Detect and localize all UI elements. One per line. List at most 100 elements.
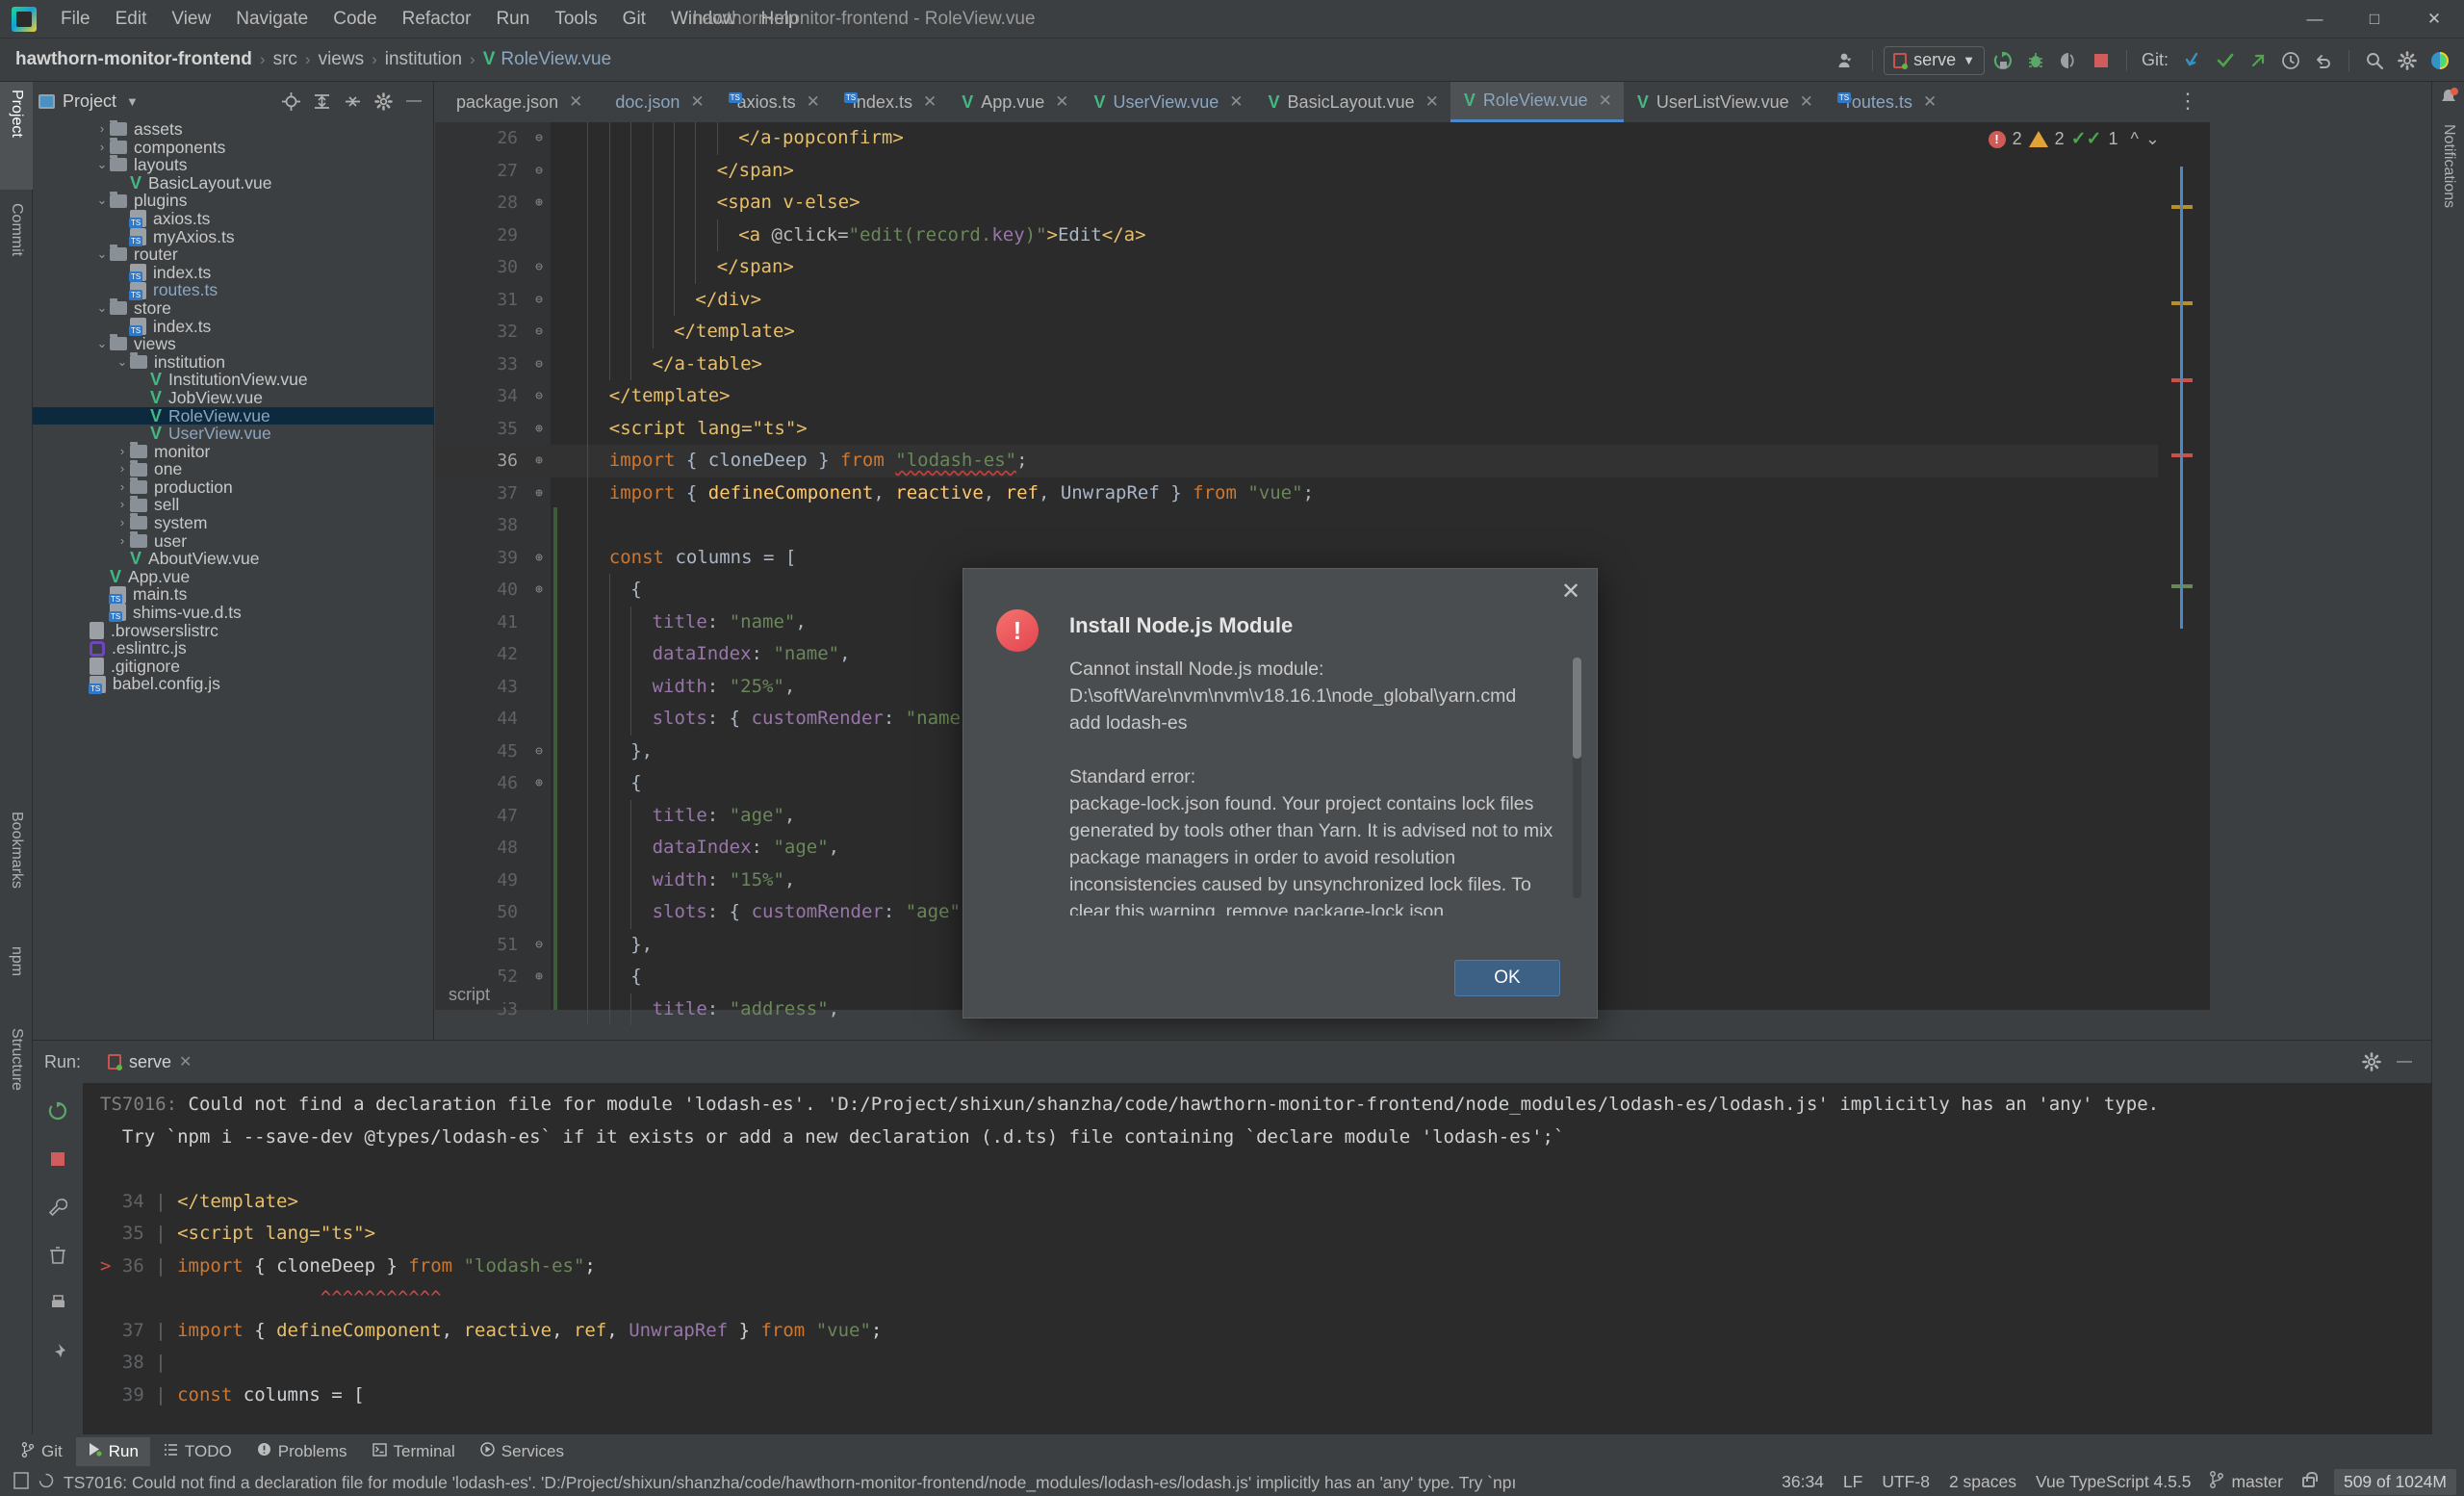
memory-indicator[interactable]: 509 of 1024M (2333, 1468, 2456, 1495)
caret-position[interactable]: 36:34 (1782, 1472, 1824, 1492)
menu-item-edit[interactable]: Edit (103, 5, 160, 34)
notifications-bell-icon[interactable] (2438, 88, 2459, 114)
hide-panel-icon[interactable]: — (2391, 1048, 2418, 1075)
menu-item-run[interactable]: Run (483, 5, 542, 34)
tree-node-index-ts[interactable]: index.ts (33, 264, 434, 283)
tree-node-aboutview-vue[interactable]: V AboutView.vue (33, 550, 434, 568)
tree-node--gitignore[interactable]: .gitignore (33, 658, 434, 676)
code-line[interactable]: 35 ⊕ <script lang="ts"> (435, 412, 2158, 446)
dialog-scrollbar[interactable] (1573, 658, 1581, 898)
code-line[interactable]: 27 ⊖ </span> (435, 154, 2158, 188)
close-icon[interactable]: ✕ (1229, 92, 1243, 112)
tree-node-jobview-vue[interactable]: V JobView.vue (33, 389, 434, 407)
code-fold-icon[interactable]: ⊕ (531, 767, 547, 800)
code-fold-icon[interactable]: ⊕ (531, 413, 547, 446)
code-fold-icon[interactable]: ⊖ (531, 348, 547, 381)
code-line[interactable]: 34 ⊖ </template> (435, 380, 2158, 413)
maximize-button[interactable]: □ (2345, 0, 2404, 39)
breadcrumb-views[interactable]: views (319, 49, 365, 70)
editor-tab-routes-ts[interactable]: routes.ts ✕ (1825, 82, 1948, 122)
code-line[interactable]: 31 ⊖ </div> (435, 283, 2158, 316)
chevron-right-icon[interactable]: › (115, 460, 130, 478)
code-fold-icon[interactable]: ⊖ (531, 155, 547, 188)
breadcrumb-src[interactable]: src (273, 49, 297, 70)
run-icon[interactable] (1989, 46, 2017, 75)
code-fold-icon[interactable]: ⊕ (531, 187, 547, 219)
breadcrumb-project[interactable]: hawthorn-monitor-frontend (15, 49, 252, 70)
sidebar-item-commit[interactable]: Commit (0, 195, 33, 309)
editor-tab-roleview-vue[interactable]: V RoleView.vue ✕ (1450, 82, 1624, 122)
chevron-right-icon[interactable]: › (115, 496, 130, 514)
wrench-icon[interactable] (43, 1193, 72, 1222)
run-tab-serve[interactable]: serve ✕ (98, 1041, 201, 1083)
print-icon[interactable] (43, 1289, 72, 1318)
tree-node-myaxios-ts[interactable]: myAxios.ts (33, 227, 434, 246)
code-fold-icon[interactable]: ⊕ (531, 961, 547, 993)
tree-node-monitor[interactable]: › monitor (33, 441, 434, 461)
editor-tab-app-vue[interactable]: V App.vue ✕ (948, 82, 1080, 122)
tree-node--browserslistrc[interactable]: .browserslistrc (33, 622, 434, 640)
chevron-down-icon[interactable]: ⌄ (94, 192, 110, 210)
tree-node-roleview-vue[interactable]: V RoleView.vue (33, 406, 434, 426)
tree-node-institution[interactable]: ⌄ institution (33, 352, 434, 372)
close-icon[interactable]: ✕ (690, 92, 704, 112)
hide-panel-icon[interactable]: — (400, 88, 427, 115)
menu-item-navigate[interactable]: Navigate (223, 5, 321, 34)
language-level[interactable]: Vue TypeScript 4.5.5 (2036, 1472, 2192, 1492)
chevron-down-icon[interactable]: ⌄ (115, 353, 130, 372)
tree-node-babel-config-js[interactable]: babel.config.js (33, 675, 434, 694)
rollback-icon[interactable] (2309, 46, 2338, 75)
chevron-right-icon[interactable]: › (115, 443, 130, 461)
next-problem-icon[interactable]: ⌄ (2145, 129, 2160, 149)
tree-node-components[interactable]: › components (33, 137, 434, 157)
status-tool-todo[interactable]: TODO (152, 1437, 244, 1466)
inspection-widget[interactable]: ! 2 2 ✓✓ 1 ^ ⌄ (1988, 128, 2160, 150)
dialog-scrollbar-thumb[interactable] (1573, 658, 1581, 759)
tree-node-views[interactable]: ⌄ views (33, 334, 434, 353)
menu-item-view[interactable]: View (159, 5, 223, 34)
tree-node-user[interactable]: › user (33, 530, 434, 551)
settings-gear-icon[interactable] (2358, 1048, 2385, 1075)
file-encoding[interactable]: UTF-8 (1882, 1472, 1930, 1492)
tree-node-index-ts[interactable]: index.ts (33, 317, 434, 336)
code-line[interactable]: 28 ⊕ <span v-else> (435, 187, 2158, 219)
tree-node-production[interactable]: › production (33, 477, 434, 497)
close-icon[interactable]: ✕ (1556, 577, 1585, 606)
code-fold-icon[interactable]: ⊕ (531, 542, 547, 575)
close-button[interactable]: ✕ (2404, 0, 2464, 39)
chevron-right-icon[interactable]: › (115, 514, 130, 532)
code-line[interactable]: 33 ⊖ </a-table> (435, 348, 2158, 381)
chevron-down-icon[interactable]: ⌄ (94, 245, 110, 264)
code-fold-icon[interactable]: ⊖ (531, 735, 547, 768)
tree-node-institutionview-vue[interactable]: V InstitutionView.vue (33, 371, 434, 389)
git-commit-icon[interactable] (2211, 46, 2240, 75)
code-line[interactable]: 26 ⊖ </a-popconfirm> (435, 122, 2158, 155)
install-node-module-dialog[interactable]: ✕ ! Install Node.js Module Cannot instal… (962, 568, 1598, 1019)
code-line[interactable]: 29 <a @click="edit(record.key)">Edit</a> (435, 219, 2158, 251)
git-update-icon[interactable] (2178, 46, 2207, 75)
editor-scrollbar-thumb[interactable] (2180, 167, 2183, 629)
debug-icon[interactable] (2021, 46, 2050, 75)
search-icon[interactable] (2360, 46, 2389, 75)
sidebar-item-bookmarks[interactable]: Bookmarks (0, 804, 33, 929)
chevron-down-icon[interactable]: ⌄ (94, 335, 110, 353)
chevron-down-icon[interactable]: ⌄ (94, 299, 110, 318)
status-tool-services[interactable]: Services (469, 1437, 576, 1466)
sidebar-item-project[interactable]: Project (0, 82, 33, 190)
editor-tab-axios-ts[interactable]: axios.ts ✕ (716, 82, 832, 122)
chevron-down-icon[interactable]: ⌄ (94, 156, 110, 174)
editor-tab-basiclayout-vue[interactable]: V BasicLayout.vue ✕ (1255, 82, 1450, 122)
close-icon[interactable]: ✕ (179, 1052, 192, 1071)
tree-node-layouts[interactable]: ⌄ layouts (33, 155, 434, 174)
chevron-right-icon[interactable]: › (94, 139, 110, 157)
stop-icon[interactable] (2087, 46, 2116, 75)
status-tool-terminal[interactable]: Terminal (361, 1437, 467, 1466)
chevron-right-icon[interactable]: › (115, 478, 130, 497)
minimize-button[interactable]: — (2285, 0, 2345, 39)
rerun-icon[interactable] (43, 1096, 72, 1125)
line-separator[interactable]: LF (1843, 1472, 1862, 1492)
tree-node-main-ts[interactable]: main.ts (33, 585, 434, 605)
locate-icon[interactable] (277, 88, 304, 115)
editor-tab-userview-vue[interactable]: V UserView.vue ✕ (1081, 82, 1255, 122)
coverage-icon[interactable] (2054, 46, 2083, 75)
